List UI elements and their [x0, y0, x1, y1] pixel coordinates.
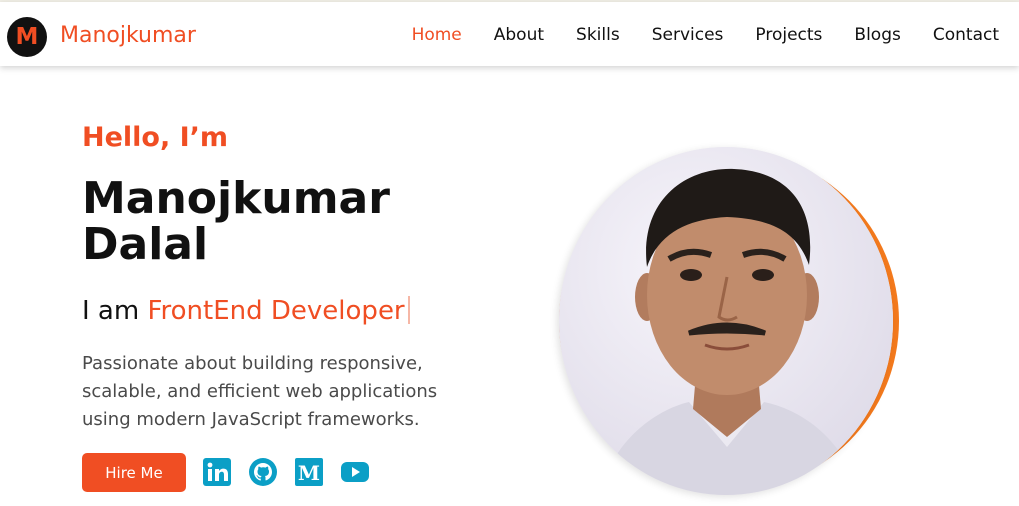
main-nav: Home About Skills Services Projects Blog… [412, 23, 999, 47]
svg-text:M: M [298, 461, 320, 485]
role-prefix: I am [82, 296, 140, 326]
hero-description: Passionate about building responsive, sc… [82, 353, 438, 430]
nav-item-about[interactable]: About [494, 23, 544, 47]
hero-name: Manojkumar Dalal [82, 173, 390, 270]
typing-cursor [407, 296, 410, 324]
medium-icon[interactable]: M [294, 457, 324, 487]
navbar: M Manojkumar Home About Skills Services … [0, 2, 1019, 66]
profile-photo [559, 147, 893, 495]
nav-item-projects[interactable]: Projects [755, 23, 822, 47]
nav-item-skills[interactable]: Skills [576, 23, 620, 47]
hero-greeting: Hello, I’m [82, 122, 229, 153]
linkedin-icon[interactable] [202, 457, 232, 487]
nav-item-blogs[interactable]: Blogs [854, 23, 900, 47]
github-icon[interactable] [248, 457, 278, 487]
role-highlight: FrontEnd Developer [147, 296, 405, 326]
brand-name[interactable]: Manojkumar [60, 22, 196, 50]
nav-item-home[interactable]: Home [412, 23, 462, 47]
youtube-icon[interactable] [340, 457, 370, 487]
nav-item-contact[interactable]: Contact [933, 23, 999, 47]
logo[interactable]: M [7, 17, 47, 57]
hero-role: I am FrontEnd Developer [82, 294, 410, 328]
nav-item-services[interactable]: Services [652, 23, 724, 47]
hire-me-button[interactable]: Hire Me [82, 453, 186, 492]
